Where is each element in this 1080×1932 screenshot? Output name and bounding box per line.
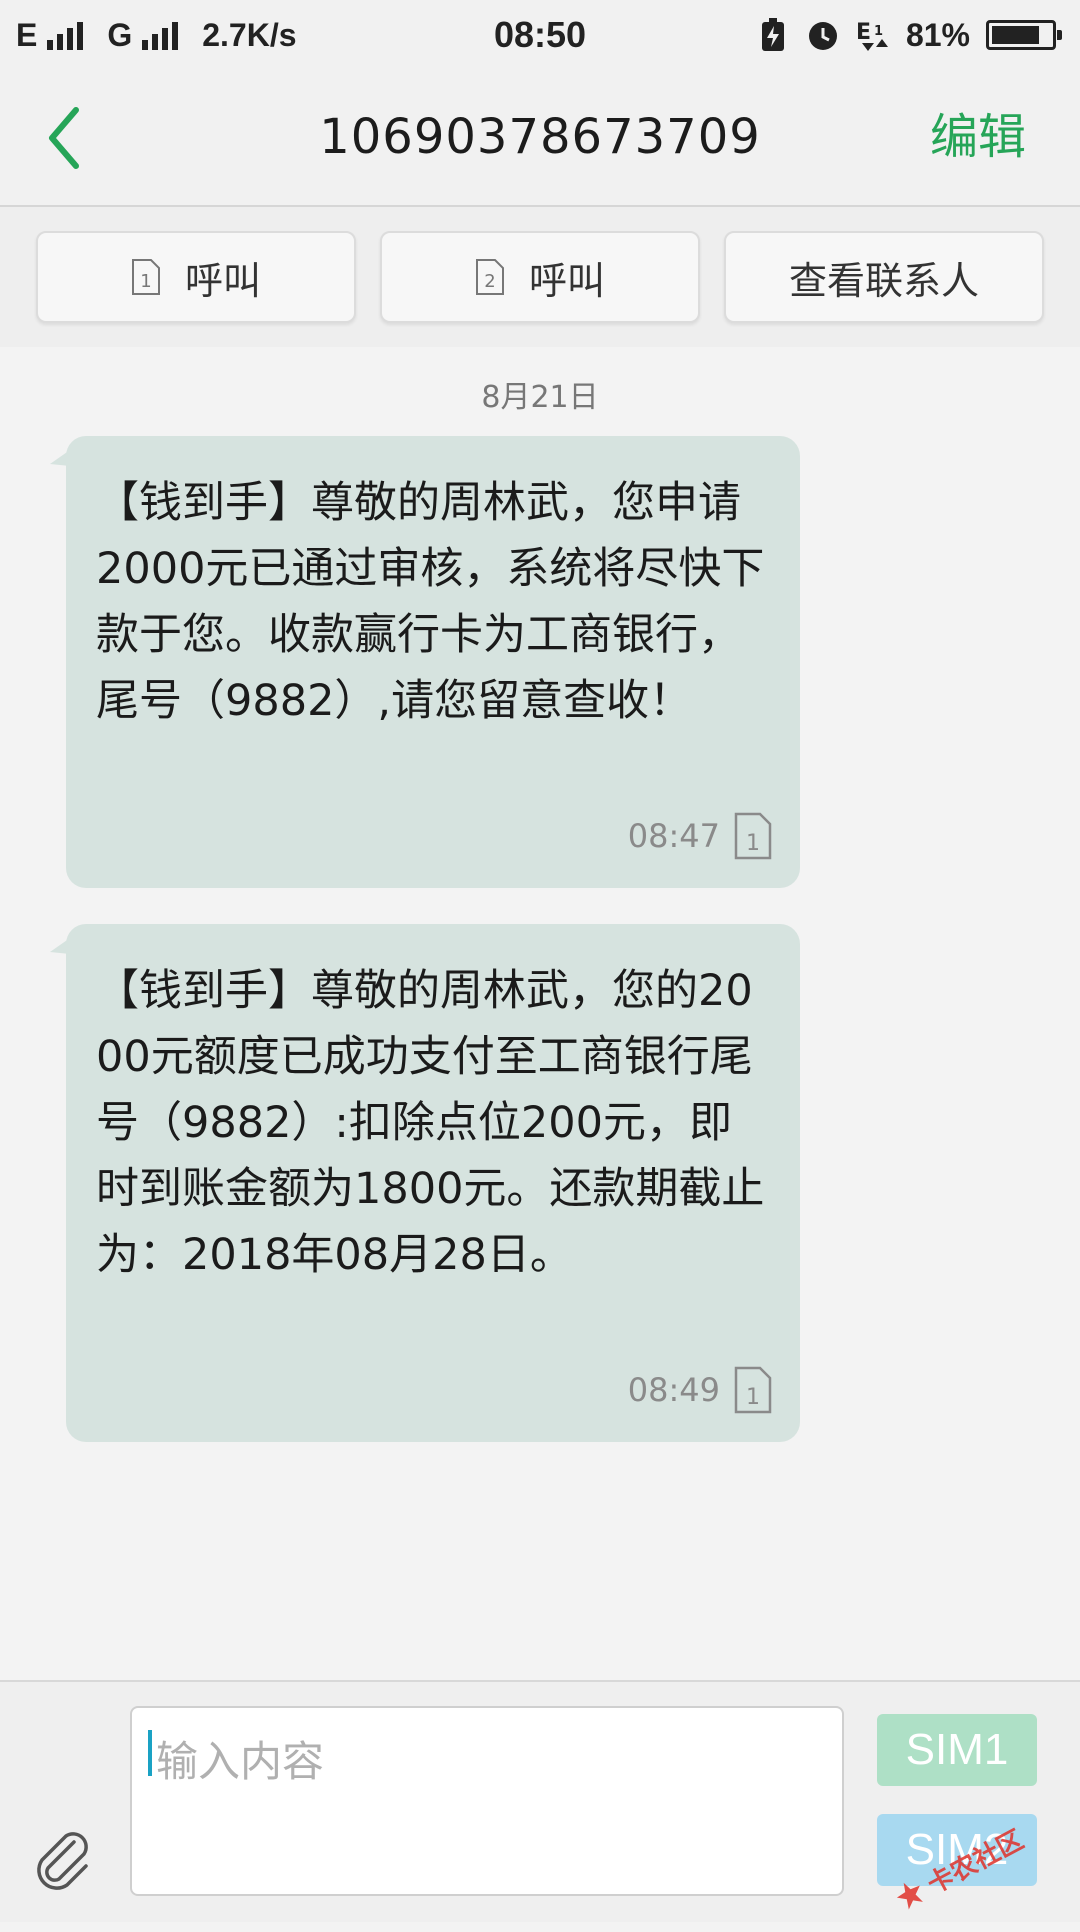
battery-icon	[986, 20, 1062, 50]
text-caret	[148, 1730, 152, 1776]
status-bar: E G 2.7K/s 08:50 E1 81%	[0, 0, 1080, 70]
paperclip-icon[interactable]	[28, 1824, 100, 1896]
charging-icon	[756, 18, 790, 52]
call-sim2-label: 呼叫	[528, 258, 605, 303]
status-right: E1 81%	[756, 0, 1062, 70]
message-time: 08:49	[627, 1371, 720, 1409]
message-meta: 08:49 1	[628, 1366, 772, 1414]
svg-text:1: 1	[746, 831, 760, 856]
view-contact-label: 查看联系人	[788, 258, 979, 303]
page-title: 10690378673709	[319, 109, 761, 165]
sim1-icon: 1	[131, 259, 160, 295]
composer-bar: 输入内容 SIM1 SIM2 卡农社区	[0, 1680, 1080, 1922]
call-sim1-label: 呼叫	[184, 258, 261, 303]
sim1-icon: 1	[734, 1366, 772, 1414]
battery-level-fill	[992, 26, 1039, 44]
alarm-icon	[806, 18, 840, 52]
data-transfer-icon: E1	[856, 18, 890, 52]
edit-button[interactable]: 编辑	[930, 70, 1026, 205]
message-input[interactable]: 输入内容	[130, 1706, 844, 1896]
message-meta: 08:47 1	[628, 812, 772, 860]
message-time: 08:47	[627, 817, 720, 855]
sim2-icon: 2	[475, 259, 504, 295]
svg-text:1: 1	[746, 1385, 760, 1410]
message-bubble[interactable]: 【钱到手】尊敬的周林武，您申请2000元已通过审核，系统将尽快下款于您。收款赢行…	[50, 436, 800, 888]
battery-percent: 81%	[905, 16, 970, 53]
watermark-logo: 卡农社区	[880, 1786, 1072, 1932]
conversation-date: 8月21日	[481, 380, 599, 415]
message-bubble[interactable]: 【钱到手】尊敬的周林武，您的2000元额度已成功支付至工商银行尾号（9882）:…	[50, 924, 800, 1442]
message-input-placeholder: 输入内容	[156, 1737, 325, 1786]
call-sim1-button[interactable]: 1 呼叫	[36, 231, 356, 323]
sim1-icon: 1	[734, 812, 772, 860]
svg-text:E: E	[856, 20, 871, 45]
title-bar: 10690378673709 编辑	[0, 70, 1080, 207]
svg-text:2: 2	[484, 271, 495, 292]
view-contact-button[interactable]: 查看联系人	[724, 231, 1044, 323]
call-sim2-button[interactable]: 2 呼叫	[380, 231, 700, 323]
message-text: 【钱到手】尊敬的周林武，您的2000元额度已成功支付至工商银行尾号（9882）:…	[96, 966, 765, 1280]
svg-text:1: 1	[140, 271, 151, 292]
action-bar: 1 呼叫 2 呼叫 查看联系人	[0, 207, 1080, 347]
svg-text:1: 1	[874, 24, 883, 39]
message-text: 【钱到手】尊敬的周林武，您申请2000元已通过审核，系统将尽快下款于您。收款赢行…	[96, 478, 765, 726]
send-sim1-button[interactable]: SIM1	[877, 1714, 1037, 1786]
